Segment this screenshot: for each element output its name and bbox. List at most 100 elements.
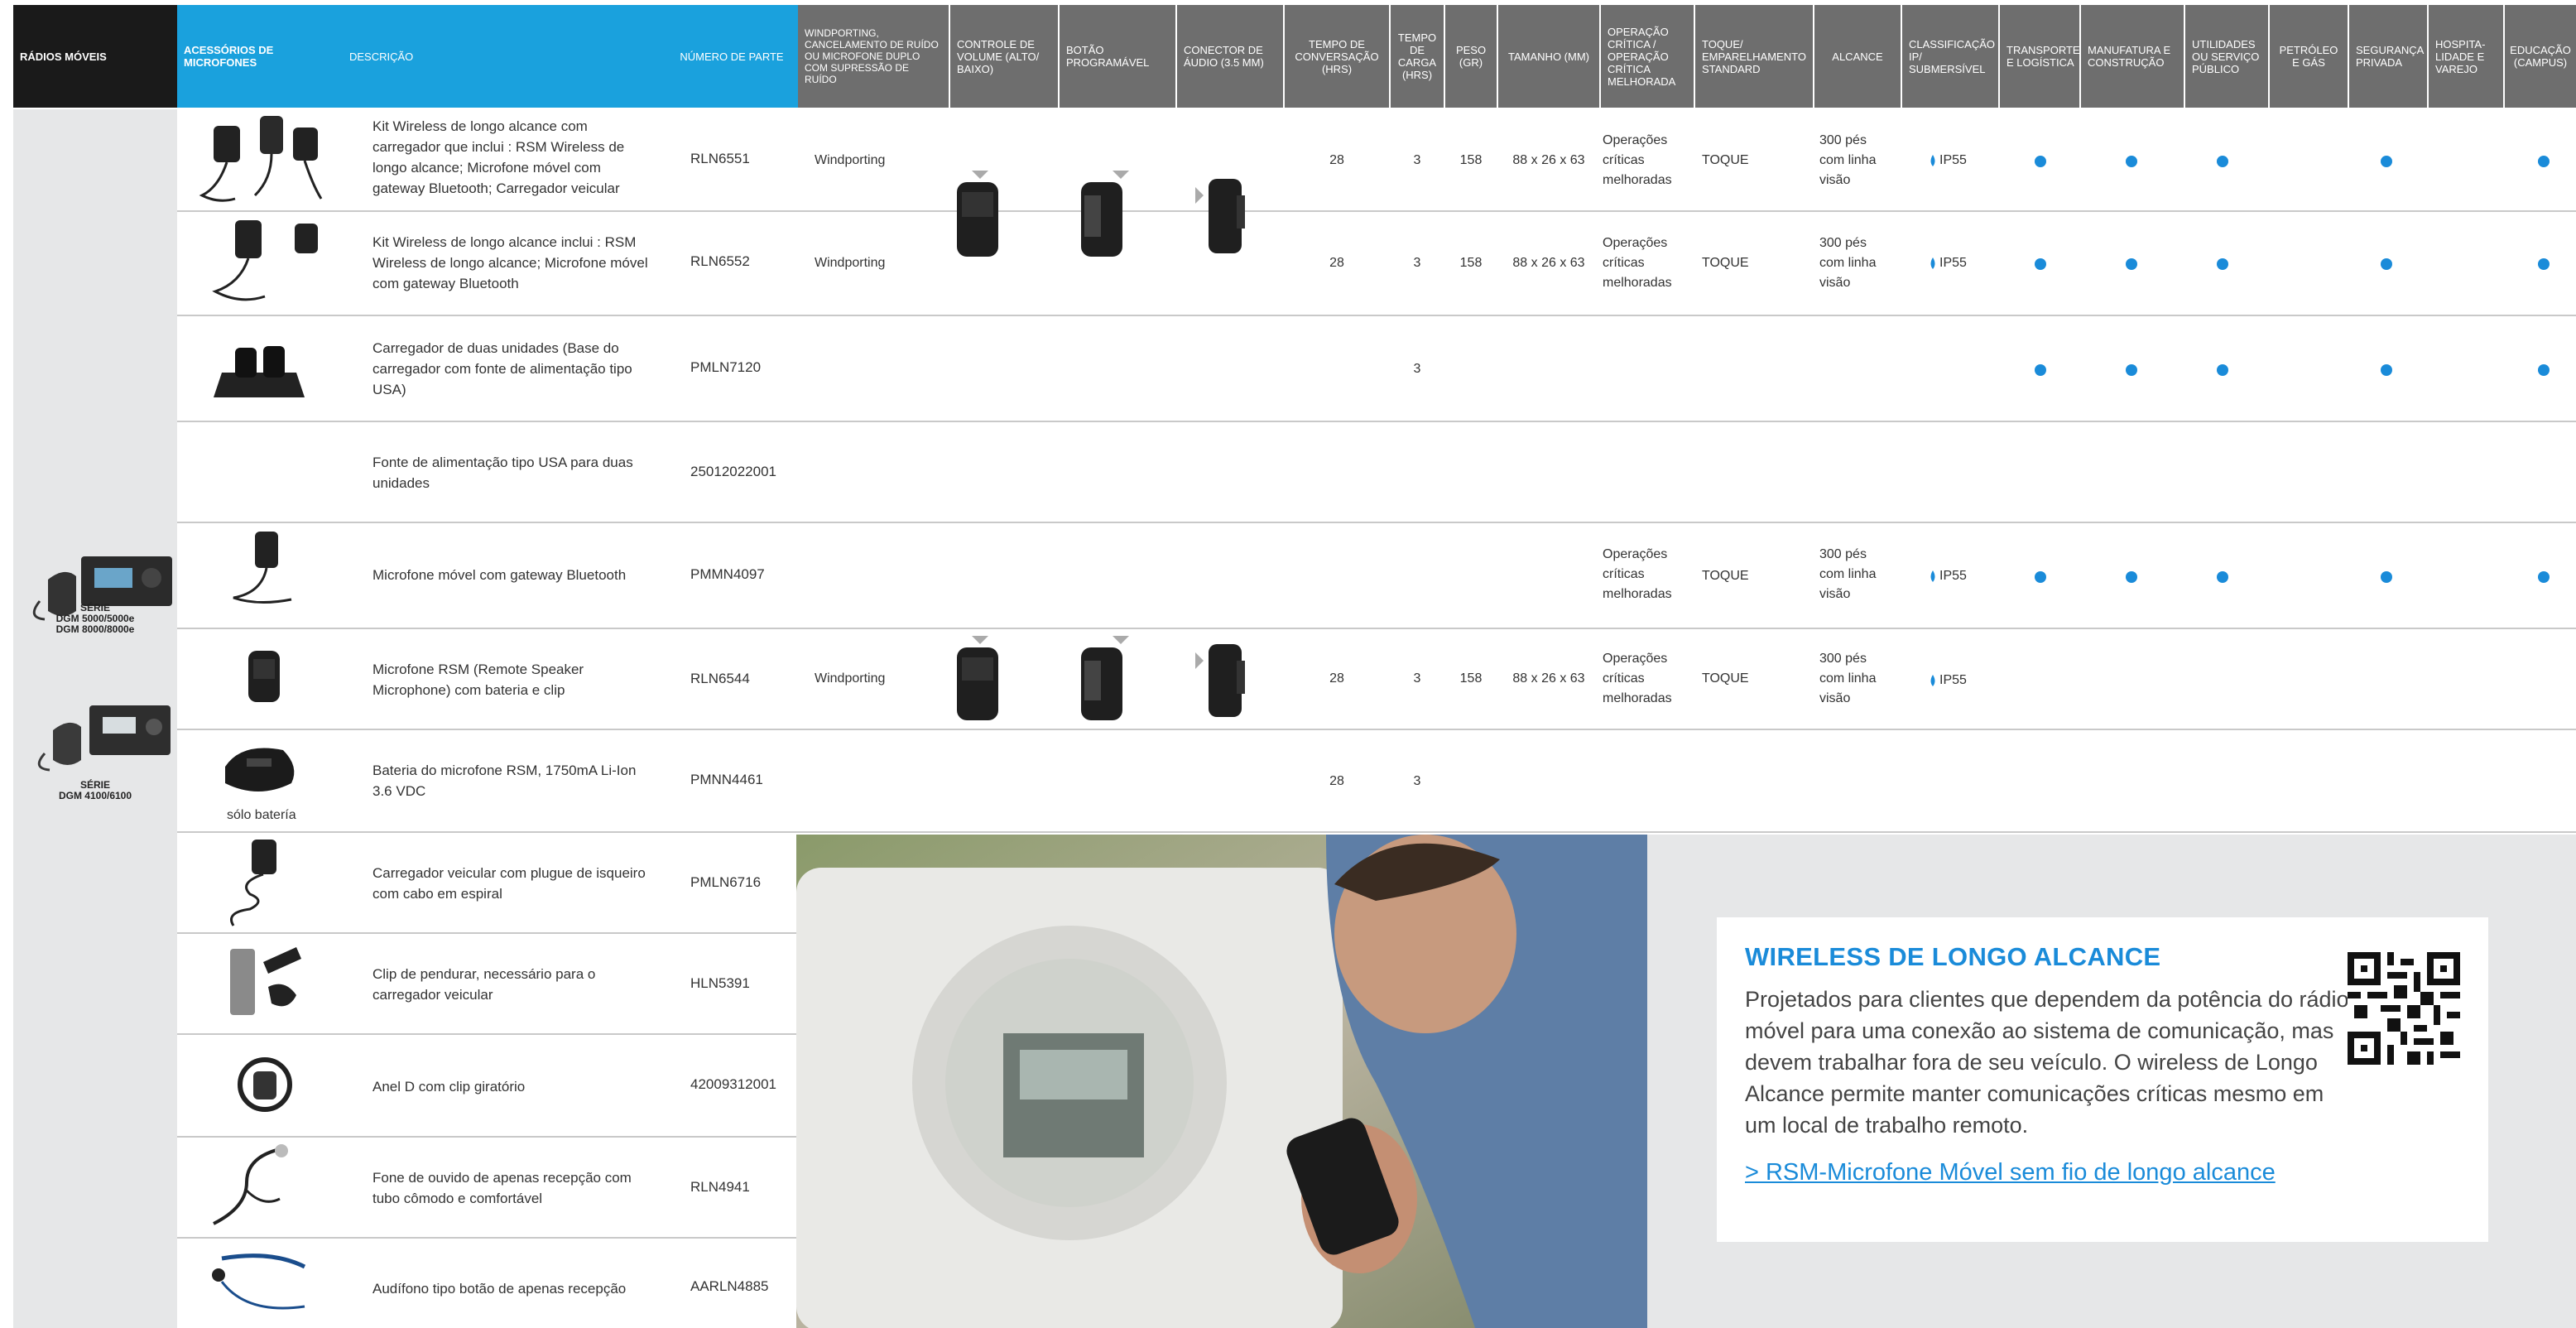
header-oil-gas: PETRÓLEO E GÁS <box>2270 5 2348 108</box>
row-1-windporting: Windporting <box>815 153 886 167</box>
row-2-dot-education <box>2538 258 2550 270</box>
info-card: WIRELESS DE LONGO ALCANCE Projetados par… <box>1717 917 2488 1242</box>
row-2-dot-transport <box>2035 258 2046 270</box>
row-3-dot-manufacturing <box>2126 364 2137 376</box>
series-b-model: DGM 4100/6100 <box>58 790 132 801</box>
row-3-description: Carregador de duas unidades (Base do car… <box>372 340 632 397</box>
row-5-critical: Operações críticas melhoradas <box>1603 547 1672 601</box>
table-row: Fone de ouvido de apenas recepção com tu… <box>177 1138 796 1239</box>
row-6-pairing: TOQUE <box>1702 671 1749 686</box>
header-security: SEGURANÇA PRIVADA <box>2349 5 2427 108</box>
row-2-size: 88 x 26 x 63 <box>1512 256 1585 270</box>
row-2-dot-manufacturing <box>2126 258 2137 270</box>
row-3-charge: 3 <box>1413 362 1421 376</box>
row-1-dot-security <box>2381 156 2392 167</box>
row-2-windporting: Windporting <box>815 256 886 270</box>
row-7-description: Bateria do microfone RSM, 1750mA Li-Ion … <box>372 763 637 799</box>
row-3-dot-utilities <box>2217 364 2228 376</box>
row-9-description: Clip de pendurar, necessário para o carr… <box>372 966 596 1003</box>
row-2-ip: IP55 <box>1929 253 1967 276</box>
row-6-size: 88 x 26 x 63 <box>1512 671 1585 686</box>
header-critical-op: OPERAÇÃO CRÍTICA / OPERAÇÃO CRÍTICA MELH… <box>1601 5 1694 108</box>
vehicle-charger-image <box>230 840 276 926</box>
header-accessories: ACESSÓRIOS DE MICROFONES <box>177 5 343 108</box>
row-10-description: Anel D com clip giratório <box>372 1079 526 1095</box>
row-5-dot-transport <box>2035 571 2046 583</box>
header-ip-rating: CLASSIFICAÇÃO IP/ SUBMERSÍVEL <box>1902 5 1998 108</box>
worker-photo <box>796 835 1647 1328</box>
header-prog-button: BOTÃO PROGRAMÁVEL <box>1060 5 1175 108</box>
row-5-part: PMMN4097 <box>690 566 765 582</box>
water-drop-icon <box>1930 257 1935 269</box>
row-2-critical: Operações críticas melhoradas <box>1603 236 1672 290</box>
header-description: DESCRIÇÃO <box>343 5 666 108</box>
header-hospitality: HOSPITA- LIDADE E VAREJO <box>2429 5 2503 108</box>
row-12-description: Audífono tipo botão de apenas recepção <box>372 1281 627 1297</box>
kit-rln6551-image <box>199 116 323 202</box>
row-1-critical: Operações críticas melhoradas <box>1603 133 1672 187</box>
table-row: Clip de pendurar, necessário para o carr… <box>177 934 796 1035</box>
header-volume: CONTROLE DE VOLUME (ALTO/ BAIXO) <box>950 5 1058 108</box>
header-weight: PESO (GR) <box>1445 5 1497 108</box>
row-5-description: Microfone móvel com gateway Bluetooth <box>372 567 627 583</box>
row-1-dot-utilities <box>2217 156 2228 167</box>
header-talk-time: TEMPO DE CONVERSAÇÃO (HRS) <box>1285 5 1389 108</box>
audio-connector-image <box>1195 179 1245 253</box>
table-row: Carregador de duas unidades (Base do car… <box>177 316 2576 422</box>
row-1-part: RLN6551 <box>690 151 750 166</box>
row-6-button-image <box>1081 636 1129 720</box>
row-2-charge: 3 <box>1413 256 1421 270</box>
row-1-dot-education <box>2538 156 2550 167</box>
row-5-range: 300 pés com linha visão <box>1819 547 1877 601</box>
radio-dgm4100-image <box>37 705 171 772</box>
row-1-description: Kit Wireless de longo alcance com carreg… <box>372 118 625 196</box>
row-1-weight: 158 <box>1459 153 1483 167</box>
row-11-description: Fone de ouvido de apenas recepção com tu… <box>372 1170 632 1206</box>
row-7-note: sólo batería <box>227 808 296 822</box>
rsm-battery-image <box>225 748 295 792</box>
water-drop-icon <box>1930 675 1935 686</box>
row-1-range: 300 pés com linha visão <box>1819 133 1877 187</box>
row-8-description: Carregador veicular com plugue de isquei… <box>372 865 646 902</box>
table-row: Microfone móvel com gateway Bluetooth PM… <box>177 523 2576 629</box>
row-1-dot-transport <box>2035 156 2046 167</box>
row-6-weight: 158 <box>1459 671 1483 686</box>
hanging-clip-image <box>230 947 301 1015</box>
row-2-description: Kit Wireless de longo alcance inclui : R… <box>372 234 648 291</box>
row-3-dot-transport <box>2035 364 2046 376</box>
series-a-model-2: DGM 8000/8000e <box>55 623 135 635</box>
row-7-charge: 3 <box>1413 774 1421 788</box>
volume-control-image <box>957 171 998 257</box>
row-5-dot-utilities <box>2217 571 2228 583</box>
row-2-range: 300 pés com linha visão <box>1819 236 1877 290</box>
row-3-dot-security <box>2381 364 2392 376</box>
table-row: Kit Wireless de longo alcance com carreg… <box>177 109 2576 212</box>
table-row: Anel D com clip giratório 42009312001 <box>177 1035 796 1138</box>
qr-code-icon[interactable] <box>2348 952 2460 1065</box>
row-4-part: 25012022001 <box>690 464 777 479</box>
row-7-talk: 28 <box>1329 774 1344 788</box>
row-2-pairing: TOQUE <box>1702 256 1749 270</box>
table-row: Carregador veicular com plugue de isquei… <box>177 833 796 934</box>
row-1-ip: IP55 <box>1929 151 1967 173</box>
earpiece-image <box>213 1144 288 1225</box>
programmable-button-image <box>1081 171 1129 257</box>
kit-rln6552-image <box>212 220 318 301</box>
row-6-volume-image <box>957 636 998 720</box>
water-drop-icon <box>1930 570 1935 582</box>
header-education: EDUCAÇÃO (CAMPUS) <box>2505 5 2576 108</box>
header-size: TAMANHO (MM) <box>1498 5 1599 108</box>
rsm-microphone-image <box>248 651 280 702</box>
header-charge-time: TEMPO DE CARGA (HRS) <box>1391 5 1444 108</box>
row-5-ip: IP55 <box>1929 566 1967 589</box>
product-link[interactable]: > RSM-Microfone Móvel sem fio de longo a… <box>1745 1159 2460 1186</box>
row-6-talk: 28 <box>1329 671 1344 686</box>
card-body: Projetados para clientes que dependem da… <box>1745 987 2349 1138</box>
header-pairing: TOQUE/ EMPARELHAMENTO STANDARD <box>1695 5 1813 108</box>
row-5-dot-security <box>2381 571 2392 583</box>
d-ring-clip-image <box>238 1057 292 1112</box>
row-1-size: 88 x 26 x 63 <box>1512 153 1585 167</box>
row-1-dot-manufacturing <box>2126 156 2137 167</box>
two-unit-charger-image <box>214 346 305 397</box>
row-2-dot-security <box>2381 258 2392 270</box>
